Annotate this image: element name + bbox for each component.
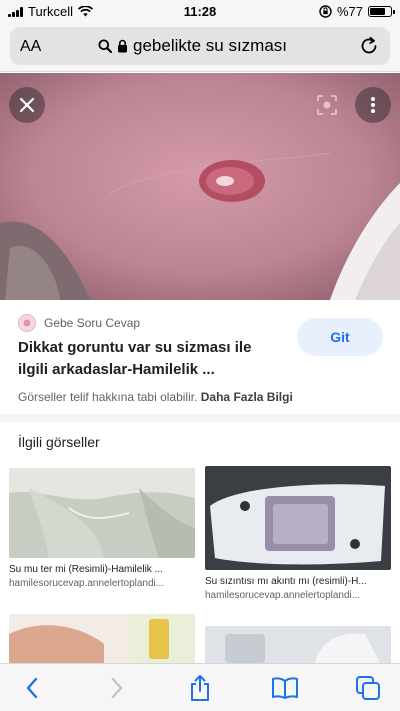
learn-more-link[interactable]: Daha Fazla Bilgi [201, 390, 293, 404]
forward-button[interactable] [102, 674, 132, 702]
close-icon [19, 97, 35, 113]
copyright-notice: Görseller telif hakkına tabi olabilir. D… [18, 390, 293, 404]
share-icon [191, 675, 209, 701]
orientation-lock-icon [319, 5, 332, 18]
battery-icon [368, 6, 395, 17]
tabs-icon [356, 676, 380, 700]
status-bar: Turkcell 11:28 %77 [0, 0, 400, 22]
copyright-text: Görseller telif hakkına tabi olabilir. [18, 390, 198, 404]
reload-icon[interactable] [358, 35, 380, 57]
site-favicon [18, 314, 36, 332]
source-name: Gebe Soru Cevap [44, 316, 141, 330]
related-card-source: hamilesorucevap.annelertoplandi... [9, 578, 165, 589]
section-divider [0, 414, 400, 422]
tabs-button[interactable] [353, 674, 383, 702]
image-viewer[interactable] [0, 73, 400, 300]
browser-header: AA gebelikte su sızması [0, 22, 400, 72]
battery-percent: %77 [336, 4, 363, 19]
back-button[interactable] [17, 674, 47, 702]
related-thumbnail [9, 468, 195, 558]
chevron-right-icon [111, 677, 123, 699]
lock-icon [118, 39, 127, 53]
url-text: gebelikte su sızması [133, 36, 288, 55]
lens-icon [317, 95, 337, 115]
result-title[interactable]: Dikkat goruntu var su sizması ile ilgili… [18, 337, 283, 381]
address-bar[interactable]: AA gebelikte su sızması [10, 27, 390, 65]
related-card-source: hamilesorucevap.annelertoplandi... [205, 590, 361, 601]
search-icon [98, 39, 112, 53]
share-button[interactable] [185, 674, 215, 702]
bookmarks-button[interactable] [270, 674, 300, 702]
related-card-title: Su mu ter mi (Resimli)-Hamilelik ... [9, 564, 163, 575]
close-button[interactable] [9, 87, 45, 123]
more-options-button[interactable] [355, 87, 391, 123]
related-card[interactable]: Su sızıntısı mı akıntı mı (resimli)-H...… [205, 466, 391, 601]
browser-toolbar [0, 663, 400, 711]
visit-button[interactable]: Git [297, 318, 383, 356]
book-icon [272, 677, 298, 699]
related-card[interactable]: Su mu ter mi (Resimli)-Hamilelik ... ham… [9, 468, 195, 589]
related-card-title: Su sızıntısı mı akıntı mı (resimli)-H... [205, 576, 367, 587]
chevron-left-icon [26, 677, 38, 699]
lens-button[interactable] [309, 87, 345, 123]
related-thumbnail [205, 466, 391, 570]
source-row[interactable]: Gebe Soru Cevap [18, 314, 140, 332]
related-heading: İlgili görseller [18, 434, 100, 450]
more-vert-icon [371, 97, 375, 113]
text-size-button[interactable]: AA [20, 38, 41, 56]
